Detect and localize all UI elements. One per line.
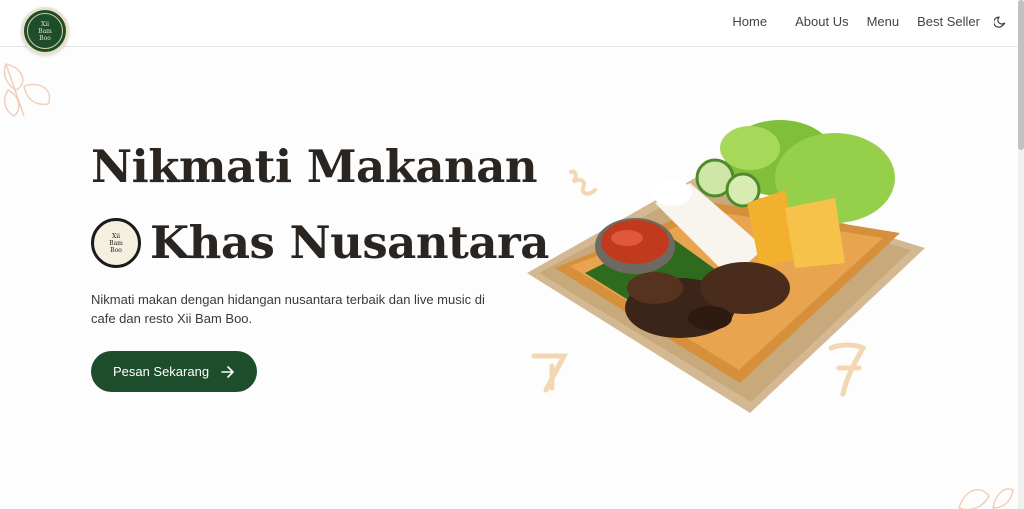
title-brand-badge: Xii Bam Boo <box>91 218 141 268</box>
nav-menu[interactable]: Menu <box>867 14 900 29</box>
leaf-decoration-icon <box>958 488 1014 509</box>
leaf-decoration-icon <box>3 63 51 117</box>
logo-text: Xii Bam Boo <box>38 20 52 42</box>
brand-logo[interactable]: Xii Bam Boo <box>21 7 69 55</box>
nav-best-seller[interactable]: Best Seller <box>917 14 980 29</box>
logo-emblem: Xii Bam Boo <box>27 13 63 49</box>
page-scrollbar[interactable] <box>1018 0 1024 509</box>
hero-title-line-2: Khas Nusantara <box>150 216 549 269</box>
scrollbar-thumb[interactable] <box>1018 0 1024 150</box>
hero-title-line-1: Nikmati Makanan <box>91 140 538 193</box>
site-header: Xii Bam Boo Home About Us Menu Best Sell… <box>0 0 1018 55</box>
cta-label: Pesan Sekarang <box>112 364 210 379</box>
order-now-button[interactable]: Pesan Sekarang <box>91 351 257 392</box>
arrow-right-icon <box>221 365 234 378</box>
badge-text: Xii Bam Boo <box>109 232 123 254</box>
main-nav: Home About Us Menu Best Seller <box>732 14 1006 29</box>
food-plate-image <box>527 120 925 413</box>
moon-icon[interactable] <box>993 16 1006 28</box>
nav-home[interactable]: Home <box>732 14 767 29</box>
nav-about-us[interactable]: About Us <box>795 14 848 29</box>
hero-description: Nikmati makan dengan hidangan nusantara … <box>91 292 485 326</box>
